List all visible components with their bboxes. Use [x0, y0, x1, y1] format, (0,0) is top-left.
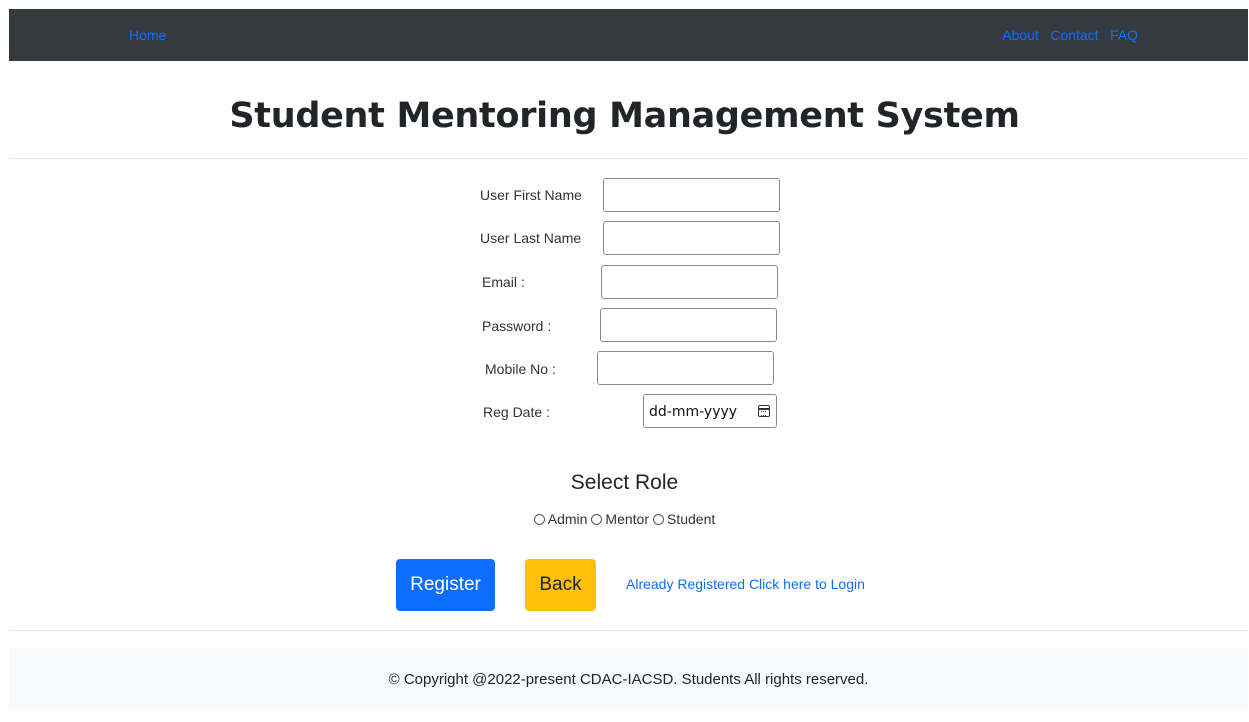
back-button[interactable]: Back [525, 559, 596, 611]
last-name-label: User Last Name [480, 230, 582, 246]
email-input[interactable] [601, 265, 778, 299]
role-radio-group: Admin Mentor Student [0, 511, 1249, 528]
role-student-label: Student [667, 511, 716, 527]
top-navbar: Home About Contact FAQ [9, 9, 1248, 61]
divider-top [9, 158, 1248, 159]
last-name-input[interactable] [603, 221, 780, 255]
first-name-input[interactable] [603, 178, 780, 212]
radio-admin[interactable] [533, 513, 545, 525]
role-student-option[interactable]: Student [653, 511, 715, 527]
reg-date-placeholder: dd-mm-yyyy [649, 404, 738, 420]
reg-date-input[interactable]: dd-mm-yyyy [643, 394, 777, 428]
nav-right-links: About Contact FAQ [995, 27, 1138, 45]
page-title: Student Mentoring Management System [229, 96, 1020, 136]
radio-mentor[interactable] [591, 513, 603, 525]
password-input[interactable] [600, 308, 777, 342]
copyright-text: © Copyright @2022-present CDAC-IACSD. St… [388, 671, 869, 688]
role-admin-label: Admin [547, 511, 588, 527]
mobile-input[interactable] [597, 351, 774, 385]
calendar-icon[interactable] [758, 405, 770, 417]
footer: © Copyright @2022-present CDAC-IACSD. St… [9, 648, 1248, 710]
reg-date-label: Reg Date : [483, 404, 550, 420]
first-name-label: User First Name [480, 187, 582, 203]
nav-contact-link[interactable]: Contact [1050, 27, 1098, 43]
radio-student[interactable] [653, 513, 664, 525]
nav-faq-link[interactable]: FAQ [1110, 27, 1138, 43]
select-role-heading: Select Role [570, 471, 679, 494]
divider-bottom [9, 630, 1248, 631]
mobile-label: Mobile No : [485, 361, 556, 377]
password-label: Password : [482, 318, 552, 334]
role-mentor-option[interactable]: Mentor [591, 511, 649, 527]
nav-home-link[interactable]: Home [129, 27, 166, 43]
nav-about-link[interactable]: About [1002, 27, 1039, 43]
email-label: Email : [482, 274, 525, 290]
role-mentor-label: Mentor [605, 511, 649, 527]
role-admin-option[interactable]: Admin [533, 511, 588, 527]
register-button[interactable]: Register [396, 559, 495, 611]
login-link[interactable]: Already Registered Click here to Login [626, 576, 865, 592]
